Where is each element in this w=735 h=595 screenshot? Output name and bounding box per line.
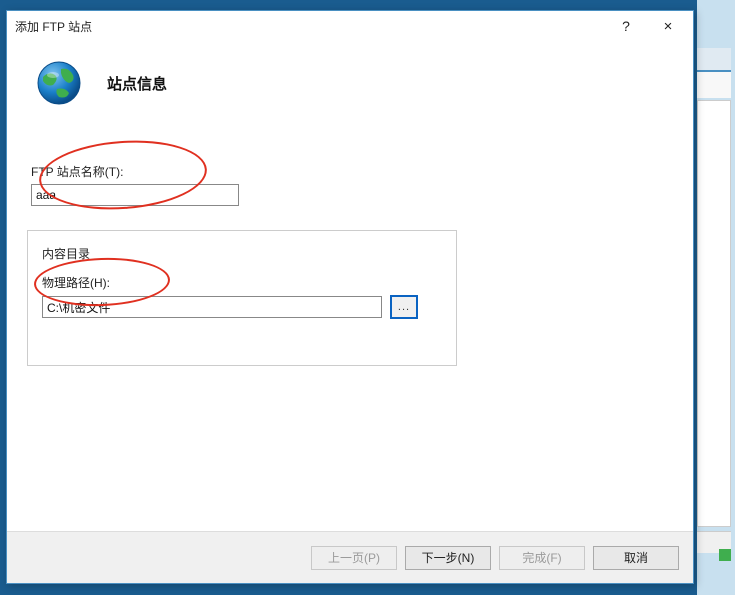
physical-path-input[interactable] <box>42 296 382 318</box>
background-right-panel: ◂▪)) <box>697 0 735 595</box>
globe-icon <box>35 59 83 107</box>
page-heading: 站点信息 <box>107 73 167 94</box>
taskbar-icon <box>719 549 731 561</box>
help-button[interactable]: ? <box>605 12 647 40</box>
close-button[interactable]: × <box>647 12 689 40</box>
cancel-button[interactable]: 取消 <box>593 546 679 570</box>
physical-path-label: 物理路径(H): <box>42 274 442 291</box>
add-ftp-site-dialog: 添加 FTP 站点 ? × 站点信息 <box>6 10 694 584</box>
titlebar: 添加 FTP 站点 ? × <box>7 11 693 41</box>
browse-button[interactable]: ... <box>390 295 418 319</box>
site-name-label: FTP 站点名称(T): <box>31 163 673 180</box>
finish-button: 完成(F) <box>499 546 585 570</box>
prev-button: 上一页(P) <box>311 546 397 570</box>
next-button[interactable]: 下一步(N) <box>405 546 491 570</box>
site-name-input[interactable] <box>31 184 239 206</box>
dialog-title: 添加 FTP 站点 <box>15 18 605 35</box>
content-directory-group: 内容目录 物理路径(H): ... <box>27 230 457 366</box>
content-group-label: 内容目录 <box>42 245 442 262</box>
dialog-header: 站点信息 <box>7 41 693 131</box>
button-bar: 上一页(P) 下一步(N) 完成(F) 取消 <box>7 531 693 583</box>
form-area: FTP 站点名称(T): 内容目录 物理路径(H): ... <box>7 131 693 531</box>
